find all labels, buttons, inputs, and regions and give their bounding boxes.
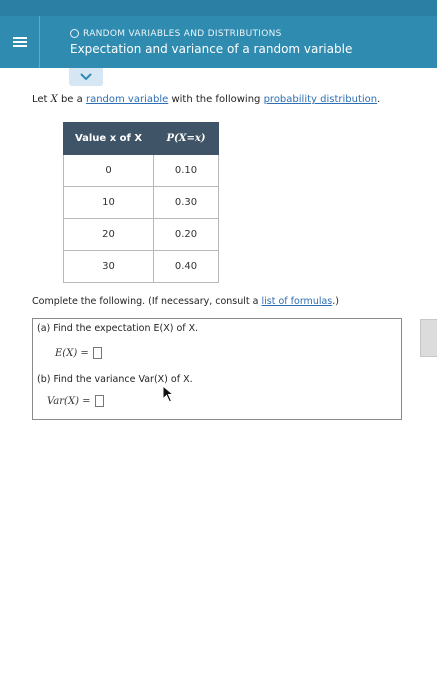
table-cell-probability: 0.10 (153, 154, 219, 187)
expectation-expression: E(X) = (55, 347, 89, 359)
table-header-probability: P(X=x) (153, 122, 219, 155)
instructions: Complete the following. (If necessary, c… (32, 296, 339, 307)
problem-intro: Let X be a random variable with the foll… (32, 94, 380, 105)
side-panel-button[interactable] (420, 319, 437, 357)
table-row: 30 0.40 (63, 250, 219, 283)
intro-text: . (377, 94, 381, 105)
collapse-toggle[interactable] (69, 68, 103, 86)
instructions-suffix: .) (332, 296, 339, 307)
answer-box: (a) Find the expectation E(X) of X. E(X)… (32, 318, 402, 420)
menu-button[interactable] (0, 16, 40, 68)
breadcrumb-label: RANDOM VARIABLES AND DISTRIBUTIONS (83, 28, 282, 39)
table-cell-value: 20 (63, 218, 154, 251)
table-row: 20 0.20 (63, 218, 219, 251)
table-row: 0 0.10 (63, 154, 219, 187)
header-text: RANDOM VARIABLES AND DISTRIBUTIONS Expec… (40, 29, 352, 56)
table-cell-probability: 0.20 (153, 218, 219, 251)
question-b-label: (b) Find the variance Var(X) of X. (37, 374, 193, 385)
table-cell-probability: 0.30 (153, 186, 219, 219)
expectation-input[interactable] (92, 347, 102, 359)
random-variable-link[interactable]: random variable (86, 94, 168, 105)
table-cell-value: 0 (63, 154, 154, 187)
table-row: 10 0.30 (63, 186, 219, 219)
hamburger-icon (12, 35, 27, 49)
variance-input[interactable] (94, 395, 104, 407)
instructions-text: Complete the following. (If necessary, c… (32, 296, 262, 307)
table-cell-value: 30 (63, 250, 154, 283)
intro-text: Let (32, 94, 51, 105)
intro-variable: X (50, 94, 58, 105)
answer-b-row: Var(X) = (47, 395, 104, 407)
distribution-table: Value x of X P(X=x) 0 0.10 10 0.30 20 0.… (63, 122, 219, 283)
table-cell-probability: 0.40 (153, 250, 219, 283)
chevron-down-icon (80, 73, 92, 81)
header-bar: RANDOM VARIABLES AND DISTRIBUTIONS Expec… (0, 16, 437, 68)
table-header-value: Value x of X (63, 122, 154, 155)
question-a-label: (a) Find the expectation E(X) of X. (37, 323, 199, 334)
answer-a-row: E(X) = (55, 347, 102, 359)
mouse-cursor-icon (162, 385, 175, 403)
intro-text: be a (57, 94, 86, 105)
variance-expression: Var(X) = (47, 395, 91, 407)
breadcrumb: RANDOM VARIABLES AND DISTRIBUTIONS (70, 29, 352, 39)
page-title: Expectation and variance of a random var… (70, 41, 353, 56)
probability-distribution-link[interactable]: probability distribution (264, 94, 378, 105)
formulas-link[interactable]: list of formulas (262, 296, 333, 307)
table-cell-value: 10 (63, 186, 154, 219)
progress-circle-icon (70, 29, 79, 38)
intro-text: with the following (168, 94, 264, 105)
